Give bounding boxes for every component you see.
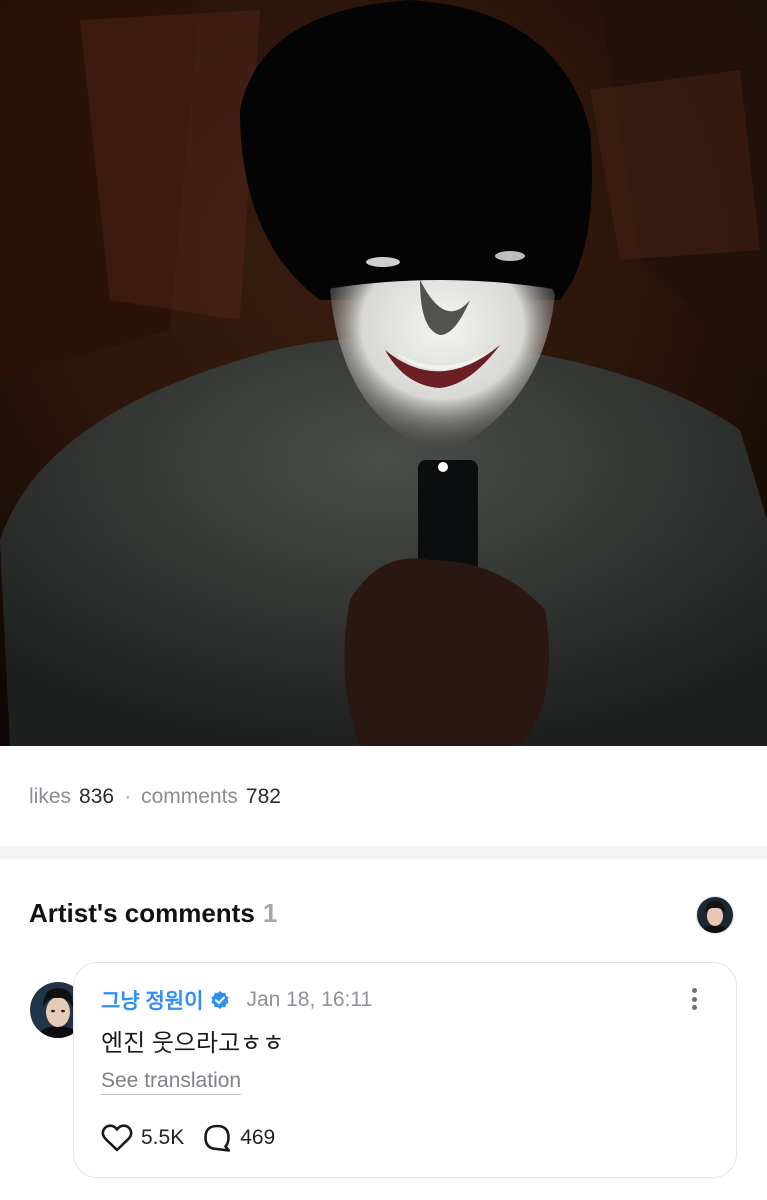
verified-badge-icon <box>211 991 230 1009</box>
post-stats: likes 836 · comments 782 <box>29 783 281 811</box>
artist-comments-heading: Artist's comments 1 <box>29 898 277 929</box>
more-vertical-icon[interactable] <box>682 985 706 1013</box>
comment-author-name[interactable]: 그냥 정원이 <box>101 985 203 1015</box>
comments-label: comments <box>141 785 238 808</box>
artist-comments-count: 1 <box>262 898 278 928</box>
reply-count: 469 <box>240 1126 276 1149</box>
post-photo[interactable] <box>0 0 767 746</box>
comment-text: 엔진 웃으라고ㅎㅎ <box>101 1030 285 1057</box>
artist-comments-title: Artist's comments <box>29 898 255 928</box>
photo-illustration <box>0 0 767 746</box>
artist-avatar[interactable] <box>696 896 734 934</box>
heart-icon[interactable] <box>101 1123 133 1153</box>
see-translation-link[interactable]: See translation <box>101 1069 242 1095</box>
comment-actions: 5.5K 469 <box>101 1123 275 1153</box>
artist-comment-card: 그냥 정원이 Jan 18, 16:11 엔진 웃으라고ㅎㅎ See trans… <box>73 962 737 1178</box>
comment-meta: 그냥 정원이 Jan 18, 16:11 <box>101 985 372 1015</box>
stats-separator: · <box>124 785 132 808</box>
comment-bubble-icon[interactable] <box>202 1123 232 1153</box>
artist-avatar-image <box>697 897 733 933</box>
section-divider <box>0 846 767 859</box>
like-count: 5.5K <box>141 1126 185 1149</box>
comments-count[interactable]: 782 <box>246 785 281 809</box>
likes-label: likes <box>29 785 72 808</box>
likes-count[interactable]: 836 <box>79 785 114 809</box>
comment-date: Jan 18, 16:11 <box>246 988 373 1011</box>
